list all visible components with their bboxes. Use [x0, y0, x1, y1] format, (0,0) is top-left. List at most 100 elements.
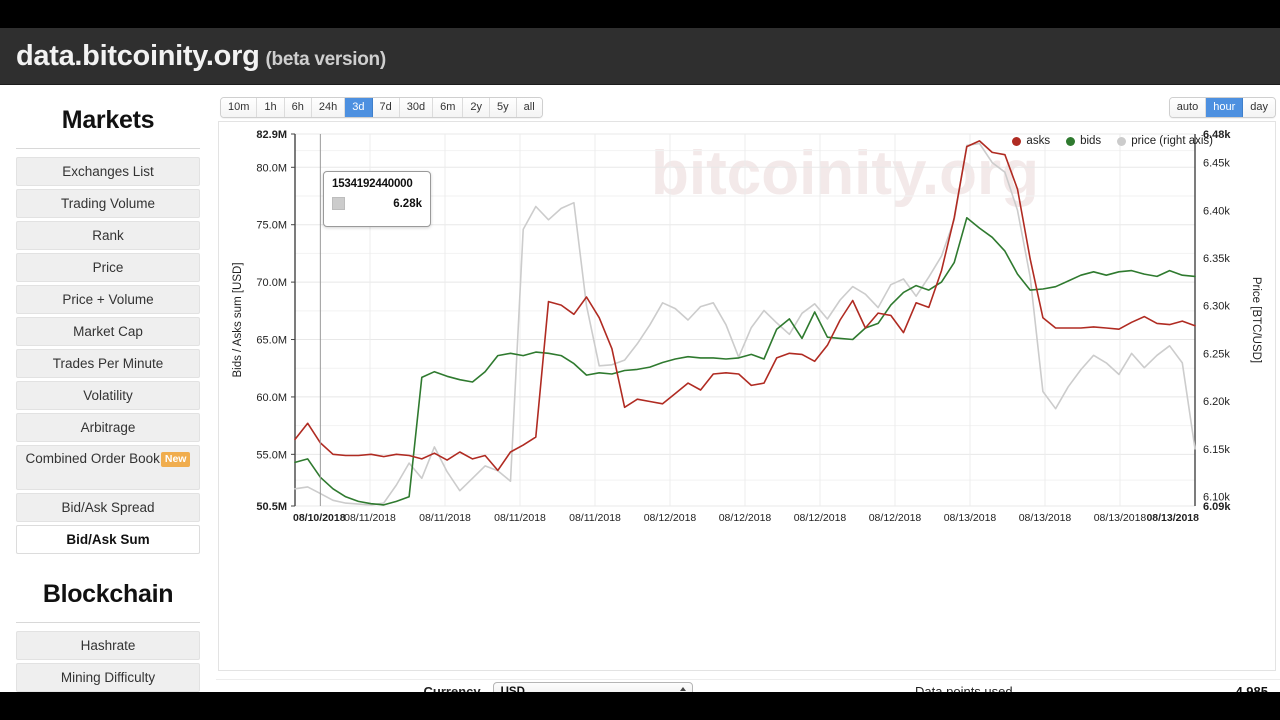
y2-axis-tick-label: 6.15k: [1203, 444, 1230, 456]
sidebar-item-mining-difficulty[interactable]: Mining Difficulty: [16, 663, 200, 692]
page: data.bitcoinity.org (beta version) Market…: [0, 28, 1280, 692]
y-axis-tick-label: 50.5M: [256, 501, 287, 513]
y-axis-tick-label: 82.9M: [256, 129, 287, 141]
sidebar-item-label: Exchanges List: [62, 164, 154, 179]
interval-button-hour[interactable]: hour: [1206, 98, 1244, 117]
legend-dot-bids: [1066, 136, 1076, 146]
control-value-currency: USD: [492, 682, 748, 692]
control-label-currency: Currency: [423, 684, 481, 692]
sidebar-item-label: Hashrate: [80, 638, 136, 653]
x-axis-tick-label: 08/11/2018: [494, 512, 546, 524]
y-axis-tick-label: 80.0M: [256, 162, 287, 174]
legend-label-price: price (right axis): [1131, 135, 1213, 147]
x-axis-tick-label: 08/11/2018: [569, 512, 621, 524]
sidebar-item-label: Rank: [92, 228, 124, 243]
control-row-currency: Currency USD: [216, 679, 748, 692]
sidebar-item-label: Bid/Ask Spread: [61, 500, 155, 515]
y2-axis-tick-label: 6.35k: [1203, 253, 1230, 265]
tooltip-timestamp: 1534192440000: [332, 178, 413, 190]
legend-item-price[interactable]: price (right axis): [1117, 135, 1213, 147]
info-table: Data points used 4,985 Data points on th…: [748, 679, 1280, 692]
sidebar-item-market-cap[interactable]: Market Cap: [16, 317, 200, 346]
sidebar-item-label: Market Cap: [73, 324, 143, 339]
range-button-2y[interactable]: 2y: [463, 98, 491, 117]
time-range-button-group[interactable]: 10m 1h 6h 24h 3d 7d 30d 6m 2y 5y all: [220, 97, 543, 118]
range-button-24h[interactable]: 24h: [311, 98, 346, 117]
sidebar-item-trades-per-minute[interactable]: Trades Per Minute: [16, 349, 200, 378]
y2-axis-tick-label: 6.40k: [1203, 205, 1230, 217]
sidebar-item-label: Price + Volume: [62, 292, 154, 307]
range-button-7d[interactable]: 7d: [372, 98, 400, 117]
info-value-data-points-used: 4,985: [1235, 684, 1268, 692]
y2-axis-tick-label: 6.25k: [1203, 348, 1230, 360]
sidebar-item-hashrate[interactable]: Hashrate: [16, 631, 200, 660]
currency-select[interactable]: USD: [492, 682, 693, 692]
y-axis-tick-label: 65.0M: [256, 335, 287, 347]
sidebar-item-label: Arbitrage: [80, 420, 136, 435]
screen-root: data.bitcoinity.org (beta version) Market…: [0, 0, 1280, 720]
y2-axis-title: Price [BTC/USD]: [1250, 277, 1262, 363]
letterbox-bottom: [0, 692, 1280, 720]
bottom-panels: Currency USD Exchange bitfinex: [216, 679, 1280, 692]
site-title-beta: (beta version): [265, 49, 387, 70]
sidebar-item-bid-ask-spread[interactable]: Bid/Ask Spread: [16, 493, 200, 522]
letterbox-top: [0, 0, 1280, 28]
tooltip-row: 6.28k: [332, 197, 422, 210]
range-button-all[interactable]: all: [516, 98, 542, 117]
sidebar-item-label: Bid/Ask Sum: [66, 532, 150, 547]
info-label-data-points-used: Data points used: [915, 684, 1013, 692]
sidebar-item-label: Trades Per Minute: [52, 356, 164, 371]
sidebar: Markets Exchanges List Trading Volume Ra…: [0, 85, 216, 692]
main-content: Bid/ask sum within 50% range from the pr…: [216, 85, 1280, 692]
range-button-6m[interactable]: 6m: [433, 98, 464, 117]
chart-legend: asks bids price (right axis): [1012, 135, 1213, 147]
sidebar-divider-markets: [16, 148, 200, 149]
x-axis-tick-label: 08/13/2018: [1094, 512, 1147, 524]
sidebar-divider-blockchain: [16, 622, 200, 623]
sidebar-item-arbitrage[interactable]: Arbitrage: [16, 413, 200, 442]
y2-axis-tick-label: 6.45k: [1203, 158, 1230, 170]
sidebar-item-trading-volume[interactable]: Trading Volume: [16, 189, 200, 218]
sidebar-item-exchanges-list[interactable]: Exchanges List: [16, 157, 200, 186]
sidebar-item-label: Combined Order Book: [25, 451, 160, 466]
x-axis-tick-label: 08/13/2018: [1146, 512, 1199, 524]
y-axis-title: Bids / Asks sum [USD]: [232, 262, 244, 377]
range-button-1h[interactable]: 1h: [257, 98, 285, 117]
interval-button-day[interactable]: day: [1243, 98, 1275, 117]
x-axis-tick-label: 08/12/2018: [719, 512, 772, 524]
range-button-6h[interactable]: 6h: [284, 98, 312, 117]
sidebar-item-volatility[interactable]: Volatility: [16, 381, 200, 410]
x-axis-tick-label: 08/12/2018: [869, 512, 922, 524]
x-axis-tick-label: 08/13/2018: [944, 512, 997, 524]
sidebar-item-price[interactable]: Price: [16, 253, 200, 282]
legend-item-asks[interactable]: asks: [1012, 135, 1050, 147]
site-header: data.bitcoinity.org (beta version): [0, 28, 1280, 85]
sidebar-item-rank[interactable]: Rank: [16, 221, 200, 250]
sidebar-item-bid-ask-sum[interactable]: Bid/Ask Sum: [16, 525, 200, 554]
legend-item-bids[interactable]: bids: [1066, 135, 1101, 147]
sidebar-item-combined-order-book[interactable]: Combined Order Book New: [16, 445, 200, 490]
range-button-5y[interactable]: 5y: [490, 98, 517, 117]
x-axis-tick-label: 08/11/2018: [419, 512, 471, 524]
range-button-3d[interactable]: 3d: [345, 98, 373, 117]
tooltip-value: 6.28k: [393, 197, 422, 210]
sidebar-heading-markets: Markets: [61, 106, 155, 134]
new-badge: New: [160, 452, 191, 467]
site-title: data.bitcoinity.org (beta version): [16, 40, 386, 73]
controls-table: Currency USD Exchange bitfinex: [216, 679, 748, 692]
site-title-text: data.bitcoinity.org: [16, 40, 260, 72]
sidebar-heading-blockchain: Blockchain: [42, 580, 174, 608]
legend-dot-price: [1117, 136, 1127, 146]
tooltip-series-swatch: [332, 197, 345, 210]
sidebar-item-price-volume[interactable]: Price + Volume: [16, 285, 200, 314]
range-button-10m[interactable]: 10m: [221, 98, 258, 117]
x-axis-tick-label: 08/12/2018: [794, 512, 847, 524]
sidebar-item-label: Mining Difficulty: [60, 670, 156, 685]
legend-label-asks: asks: [1026, 135, 1051, 147]
sidebar-item-label: Trading Volume: [60, 196, 156, 211]
interval-button-auto[interactable]: auto: [1169, 98, 1207, 117]
range-button-30d[interactable]: 30d: [399, 98, 434, 117]
y2-axis-tick-label: 6.30k: [1203, 301, 1230, 313]
sidebar-item-label: Volatility: [83, 388, 133, 403]
interval-button-group[interactable]: auto hour day: [1168, 97, 1276, 118]
